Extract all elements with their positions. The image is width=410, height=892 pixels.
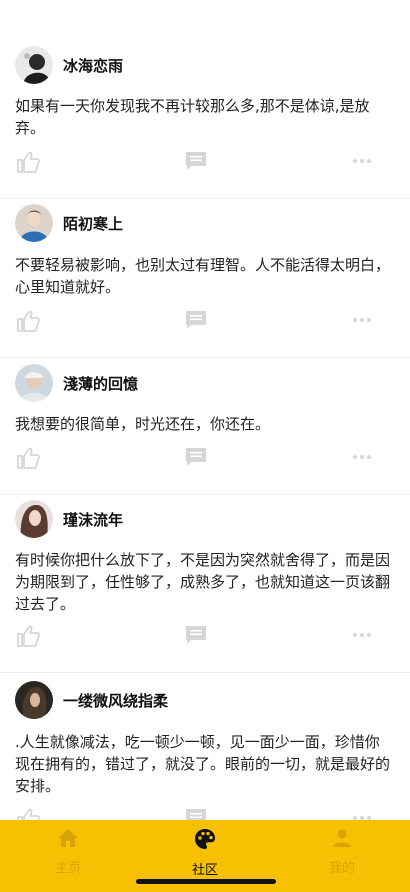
comment-button[interactable]: [185, 310, 207, 330]
tab-community[interactable]: 社区: [160, 828, 250, 882]
like-button[interactable]: [16, 625, 40, 647]
more-dots-icon: [353, 816, 371, 820]
more-button[interactable]: [352, 447, 372, 467]
username[interactable]: 冰海恋雨: [63, 55, 123, 76]
palette-icon: [195, 829, 215, 849]
more-button[interactable]: [352, 151, 372, 171]
comment-icon: [186, 809, 206, 820]
post-actions: [0, 447, 410, 469]
post-header: 瑾沫流年: [15, 499, 123, 539]
comment-icon: [186, 152, 206, 170]
comment-button[interactable]: [185, 447, 207, 467]
post-card: 瑾沫流年 有时候你把什么放下了，不是因为突然就舍得了，而是因为期限到了，任性够了…: [0, 499, 410, 669]
post-header: 淺薄的回憶: [15, 363, 138, 403]
divider: [0, 198, 410, 199]
more-dots-icon: [353, 633, 371, 637]
post-actions: [0, 625, 410, 647]
more-button[interactable]: [352, 808, 372, 820]
thumbs-up-icon: [17, 447, 40, 469]
avatar[interactable]: [15, 500, 53, 538]
post-header: 冰海恋雨: [15, 45, 123, 85]
avatar[interactable]: [15, 204, 53, 242]
post-actions: [0, 808, 410, 820]
post-actions: [0, 310, 410, 332]
username[interactable]: 一缕微风绕指柔: [63, 690, 168, 711]
tab-mine[interactable]: 我的: [297, 828, 387, 882]
post-text: 有时候你把什么放下了，不是因为突然就舍得了，而是因为期限到了，任性够了，成熟多了…: [15, 551, 391, 613]
more-dots-icon: [353, 318, 371, 322]
avatar[interactable]: [15, 364, 53, 402]
thumbs-up-icon: [17, 151, 40, 173]
thumbs-up-icon: [17, 808, 40, 820]
divider: [0, 357, 410, 358]
more-dots-icon: [353, 159, 371, 163]
thumbs-up-icon: [17, 625, 40, 647]
comment-icon: [186, 311, 206, 329]
home-indicator[interactable]: [136, 879, 276, 884]
post-text: 不要轻易被影响，也别太过有理智。人不能活得太明白，心里知道就好。: [15, 256, 391, 296]
username[interactable]: 淺薄的回憶: [63, 373, 138, 394]
username[interactable]: 瑾沫流年: [63, 509, 123, 530]
tab-home[interactable]: 主页: [23, 828, 113, 882]
tab-community-label: 社区: [191, 863, 218, 878]
post-header: 一缕微风绕指柔: [15, 680, 168, 720]
post-card: 淺薄的回憶 我想要的很简单，时光还在，你还在。: [0, 363, 410, 493]
post-text: 如果有一天你发现我不再计较那么多,那不是体谅,是放弃。: [15, 97, 370, 137]
comment-button[interactable]: [185, 151, 207, 171]
comment-icon: [186, 448, 206, 466]
home-icon: [58, 829, 78, 847]
post-header: 陌初寒上: [15, 203, 123, 243]
post-card: 陌初寒上 不要轻易被影响，也别太过有理智。人不能活得太明白，心里知道就好。: [0, 203, 410, 353]
more-button[interactable]: [352, 310, 372, 330]
post-card: 冰海恋雨 如果有一天你发现我不再计较那么多,那不是体谅,是放弃。: [0, 45, 410, 195]
post-actions: [0, 151, 410, 173]
thumbs-up-icon: [17, 310, 40, 332]
comment-button[interactable]: [185, 625, 207, 645]
post-text: .人生就像减法，吃一顿少一顿，见一面少一面，珍惜你现在拥有的，错过了，就没了。眼…: [15, 733, 391, 795]
like-button[interactable]: [16, 151, 40, 173]
post-text: 我想要的很简单，时光还在，你还在。: [15, 415, 271, 433]
tab-mine-label: 我的: [328, 861, 355, 876]
person-icon: [333, 829, 351, 847]
username[interactable]: 陌初寒上: [63, 213, 123, 234]
comment-button[interactable]: [185, 808, 207, 820]
like-button[interactable]: [16, 808, 40, 820]
post-card: 一缕微风绕指柔 .人生就像减法，吃一顿少一顿，见一面少一面，珍惜你现在拥有的，错…: [0, 680, 410, 820]
tab-home-label: 主页: [54, 861, 81, 876]
avatar[interactable]: [15, 46, 53, 84]
divider: [0, 494, 410, 495]
comment-icon: [186, 626, 206, 644]
more-dots-icon: [353, 455, 371, 459]
like-button[interactable]: [16, 310, 40, 332]
like-button[interactable]: [16, 447, 40, 469]
avatar[interactable]: [15, 681, 53, 719]
post-feed[interactable]: 冰海恋雨 如果有一天你发现我不再计较那么多,那不是体谅,是放弃。 陌初寒上 不要…: [0, 0, 410, 820]
divider: [0, 672, 410, 673]
more-button[interactable]: [352, 625, 372, 645]
